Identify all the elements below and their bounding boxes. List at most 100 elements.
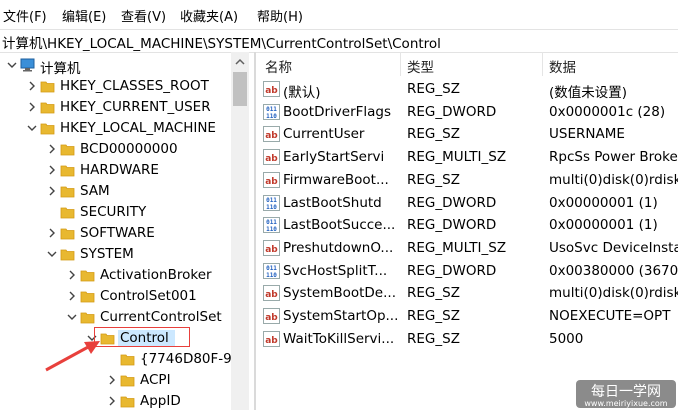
- tree-node-hkey-current-user[interactable]: HKEY_CURRENT_USER: [0, 97, 254, 118]
- chevron-right-icon[interactable]: [106, 373, 118, 387]
- tree-node-computer[interactable]: 计算机: [0, 55, 254, 77]
- annotation-arrow-icon: [45, 341, 100, 372]
- svg-text:110: 110: [266, 204, 277, 211]
- registry-value-row[interactable]: ab WaitToKillServi... REG_SZ 5000: [257, 328, 678, 351]
- svg-text:110: 110: [266, 226, 277, 233]
- pane-splitter[interactable]: [254, 52, 256, 410]
- value-name: SystemBootDe...: [283, 285, 396, 302]
- tree-node-hkey-local-machine[interactable]: HKEY_LOCAL_MACHINE: [0, 118, 254, 139]
- tree-node-appid[interactable]: AppID: [0, 391, 254, 410]
- column-header-data[interactable]: 数据: [549, 56, 576, 76]
- tree-node-label: SYSTEM: [80, 246, 134, 262]
- value-name: FirmwareBoot...: [283, 171, 389, 188]
- registry-value-row[interactable]: ab SystemStartOp... REG_SZ NOEXECUTE=OPT: [257, 305, 678, 328]
- value-name: BootDriverFlags: [283, 103, 392, 120]
- registry-value-row[interactable]: ab (默认) REG_SZ (数值未设置): [257, 78, 678, 101]
- address-path[interactable]: 计算机\HKEY_LOCAL_MACHINE\SYSTEM\CurrentCon…: [2, 32, 441, 52]
- column-header-type[interactable]: 类型: [407, 56, 434, 76]
- menu-edit[interactable]: 编辑(E): [62, 6, 106, 25]
- chevron-right-icon[interactable]: [46, 184, 58, 198]
- scroll-up-arrow-icon[interactable]: [231, 54, 249, 70]
- svg-text:ab: ab: [265, 86, 278, 96]
- tree-node-system[interactable]: SYSTEM: [0, 244, 254, 265]
- string-value-icon: ab: [263, 81, 280, 97]
- svg-text:ab: ab: [265, 336, 278, 346]
- svg-text:011: 011: [266, 197, 277, 204]
- chevron-down-icon[interactable]: [46, 247, 58, 261]
- value-data: 0x0000001c (28): [549, 103, 666, 120]
- folder-icon: [60, 144, 75, 156]
- chevron-right-icon[interactable]: [66, 268, 78, 282]
- registry-value-row[interactable]: ab EarlyStartServi REG_MULTI_SZ RpcSs Power…: [257, 146, 678, 169]
- folder-icon: [80, 270, 95, 282]
- tree-node-hkey-classes-root[interactable]: HKEY_CLASSES_ROOT: [0, 76, 254, 97]
- menu-favorites[interactable]: 收藏夹(A): [180, 6, 238, 25]
- tree-node-label: ACPI: [140, 372, 171, 388]
- binary-value-icon: 011110: [263, 103, 280, 120]
- registry-value-row[interactable]: 011 110 LastBootShutd REG_DWORD 0x00000001 (…: [257, 192, 678, 215]
- value-data: UsoSvc DeviceInsta: [549, 239, 678, 256]
- menu-help[interactable]: 帮助(H): [257, 6, 303, 25]
- registry-value-row[interactable]: 011 110 SvcHostSplitT... REG_DWORD 0x0038000…: [257, 260, 678, 283]
- chevron-down-icon[interactable]: [66, 310, 78, 324]
- folder-open-icon: [80, 312, 95, 324]
- tree-node-controlset001[interactable]: ControlSet001: [0, 286, 254, 307]
- registry-value-row[interactable]: 011 110 BootDriverFlags REG_DWORD 0x0000001c…: [257, 101, 678, 124]
- chevron-right-icon[interactable]: [46, 226, 58, 240]
- value-name: WaitToKillServi...: [283, 330, 395, 347]
- column-header-name[interactable]: 名称: [265, 56, 292, 76]
- svg-text:ab: ab: [265, 177, 278, 187]
- tree-scrollbar-thumb[interactable]: [233, 72, 247, 106]
- chevron-right-icon[interactable]: [26, 100, 38, 114]
- folder-icon: [120, 375, 135, 387]
- menu-file[interactable]: 文件(F): [3, 6, 47, 25]
- registry-value-row[interactable]: 011 110 LastBootSucce... REG_DWORD 0x0000000…: [257, 214, 678, 237]
- string-value-icon: ab: [263, 239, 280, 256]
- watermark-logo: 每日一学网 www.meiriyixue.com: [576, 380, 676, 408]
- tree-scrollbar[interactable]: [231, 52, 249, 410]
- tree-node-sam[interactable]: SAM: [0, 181, 254, 202]
- value-type: REG_SZ: [407, 126, 460, 143]
- chevron-right-icon[interactable]: [66, 289, 78, 303]
- value-data: NOEXECUTE=OPT: [549, 308, 671, 324]
- binary-value-icon: 011110: [263, 194, 280, 211]
- value-name: LastBootShutd: [283, 194, 382, 211]
- watermark-url: www.meiriyixue.com: [584, 399, 667, 408]
- string-value-icon: ab: [263, 171, 280, 188]
- tree-node-7746d80f-97[interactable]: {7746D80F-97: [0, 349, 254, 370]
- tree-node-label: SAM: [80, 183, 110, 199]
- tree-node-label: CurrentControlSet: [100, 309, 222, 325]
- value-type: REG_DWORD: [407, 194, 497, 211]
- registry-value-row[interactable]: ab FirmwareBoot... REG_SZ multi(0)disk(0)rd…: [257, 169, 678, 192]
- registry-value-row[interactable]: ab SystemBootDe... REG_SZ multi(0)disk(0)rd…: [257, 282, 678, 305]
- address-bar[interactable]: 计算机\HKEY_LOCAL_MACHINE\SYSTEM\CurrentCon…: [0, 29, 678, 53]
- folder-icon: [40, 81, 55, 93]
- tree-node-acpi[interactable]: ACPI: [0, 370, 254, 391]
- column-divider[interactable]: [400, 52, 401, 76]
- tree-node-currentcontrolset[interactable]: CurrentControlSet: [0, 307, 254, 328]
- value-data: USERNAME: [549, 126, 625, 143]
- tree-node-label: {7746D80F-97: [140, 351, 241, 367]
- tree-node-activationbroker[interactable]: ActivationBroker: [0, 265, 254, 286]
- chevron-down-icon[interactable]: [26, 121, 38, 135]
- chevron-right-icon[interactable]: [46, 142, 58, 156]
- chevron-right-icon[interactable]: [106, 394, 118, 408]
- tree-node-security[interactable]: SECURITY: [0, 202, 254, 223]
- chevron-down-icon[interactable]: [6, 58, 18, 72]
- svg-text:ab: ab: [265, 245, 278, 255]
- tree-node-hardware[interactable]: HARDWARE: [0, 160, 254, 181]
- registry-value-row[interactable]: ab PreshutdownO... REG_MULTI_SZ UsoSvc Devi…: [257, 237, 678, 260]
- value-data: 0x00000001 (1): [549, 194, 658, 211]
- registry-value-row[interactable]: ab CurrentUser REG_SZ USERNAME: [257, 123, 678, 146]
- folder-icon: [60, 186, 75, 198]
- chevron-right-icon[interactable]: [46, 163, 58, 177]
- tree-node-label: AppID: [140, 393, 181, 409]
- value-name: EarlyStartServi: [283, 149, 385, 166]
- svg-text:011: 011: [266, 219, 277, 226]
- column-divider[interactable]: [542, 52, 543, 76]
- tree-node-software[interactable]: SOFTWARE: [0, 223, 254, 244]
- value-type: REG_SZ: [407, 330, 460, 347]
- menu-view[interactable]: 查看(V): [121, 6, 166, 25]
- tree-node-bcd00000000[interactable]: BCD00000000: [0, 139, 254, 160]
- chevron-right-icon[interactable]: [26, 79, 38, 93]
